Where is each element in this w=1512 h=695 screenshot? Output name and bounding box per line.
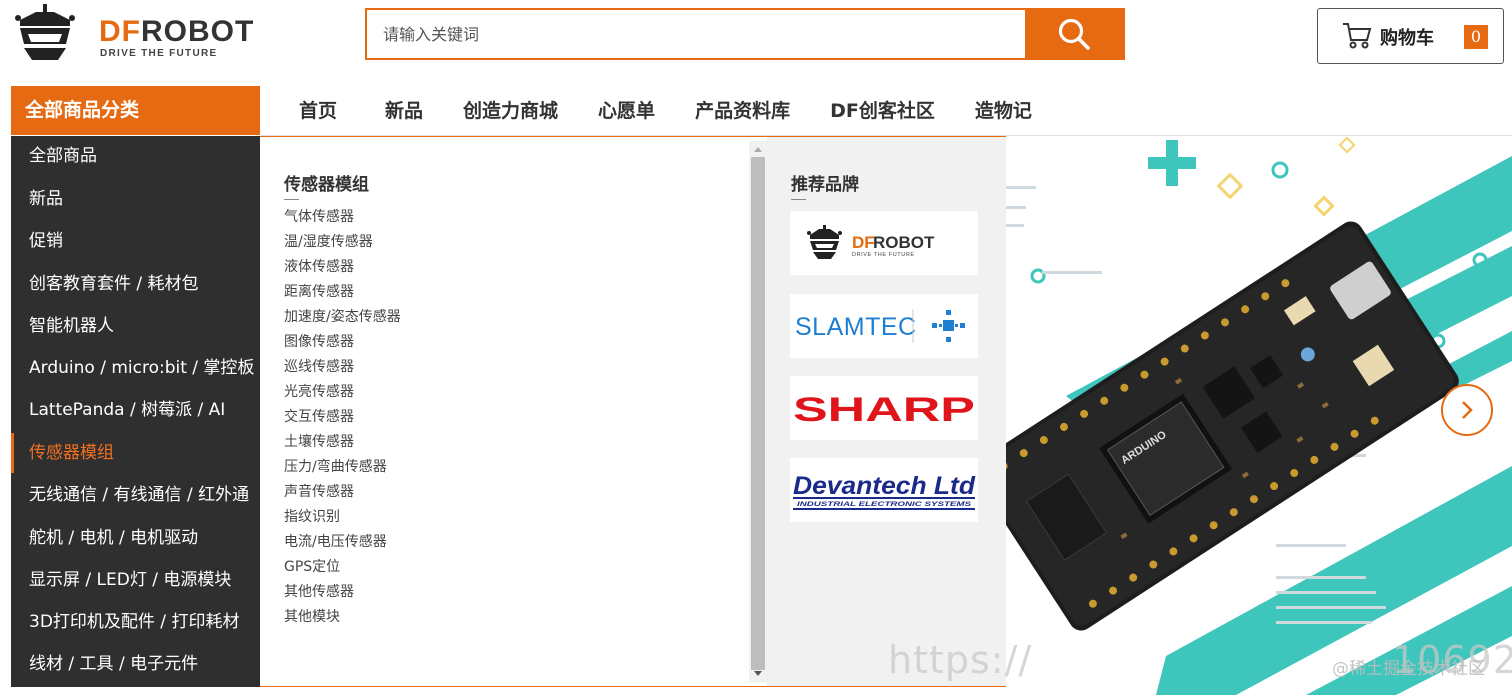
- nav-new[interactable]: 新品: [385, 86, 423, 136]
- scroll-up-arrow-icon[interactable]: [754, 147, 762, 152]
- sub-link-current-voltage[interactable]: 电流/电压传感器: [284, 532, 401, 557]
- category-dropdown-panel: 传感器模组 气体传感器 温/湿度传感器 液体传感器 距离传感器 加速度/姿态传感…: [260, 136, 1006, 687]
- sub-link-other-sensors[interactable]: 其他传感器: [284, 582, 401, 607]
- robot-logo-icon: [15, 4, 75, 60]
- category-sidebar: 全部商品 新品 促销 创客教育套件 / 耗材包 智能机器人 Arduino / …: [11, 136, 260, 687]
- recommended-brands: 推荐品牌 DF ROBOT DRIVE THE FUTURE SLAMTEC S…: [767, 137, 1006, 686]
- svg-text:DF: DF: [852, 233, 875, 252]
- cart-label: 购物车: [1380, 28, 1434, 49]
- brand-dfrobot[interactable]: DF ROBOT DRIVE THE FUTURE: [790, 211, 978, 275]
- slamtec-brand-logo-icon: SLAMTEC: [795, 309, 965, 343]
- sharp-brand-logo-icon: SHARP: [793, 391, 975, 429]
- sidebar-item-cables-tools[interactable]: 线材 / 工具 / 电子元件: [11, 644, 260, 684]
- sub-link-liquid[interactable]: 液体传感器: [284, 257, 401, 282]
- search-button[interactable]: [1025, 10, 1123, 58]
- search-icon: [1058, 18, 1090, 50]
- svg-text:Devantech Ltd: Devantech Ltd: [793, 472, 976, 500]
- scroll-thumb[interactable]: [751, 157, 765, 670]
- nav-df-community[interactable]: DF创客社区: [830, 86, 935, 136]
- svg-text:ROBOT: ROBOT: [873, 233, 935, 252]
- search-input[interactable]: [367, 10, 1025, 58]
- cart-button[interactable]: 购物车 0: [1317, 8, 1504, 64]
- sidebar-item-3d-printing[interactable]: 3D打印机及配件 / 打印耗材: [11, 602, 260, 642]
- sidebar-item-wireless[interactable]: 无线通信 / 有线通信 / 红外通: [11, 475, 260, 515]
- brands-title: 推荐品牌: [791, 175, 859, 195]
- sidebar-item-robots[interactable]: 智能机器人: [11, 306, 260, 346]
- sidebar-item-display[interactable]: 显示屏 / LED灯 / 电源模块: [11, 560, 260, 600]
- scroll-down-arrow-icon[interactable]: [754, 671, 762, 676]
- banner-next-button[interactable]: [1441, 384, 1493, 436]
- shopping-cart-icon: [1343, 23, 1372, 49]
- svg-text:SHARP: SHARP: [793, 391, 975, 429]
- svg-text:DRIVE THE FUTURE: DRIVE THE FUTURE: [852, 252, 915, 258]
- panel-title-dash: [284, 199, 299, 200]
- page-root: DFROBOT DRIVE THE FUTURE 购物车 0 全部商品分类 首页…: [0, 0, 1512, 695]
- sub-link-accel-attitude[interactable]: 加速度/姿态传感器: [284, 307, 401, 332]
- sub-link-soil[interactable]: 土壤传感器: [284, 432, 401, 457]
- main-nav: 首页 新品 创造力商城 心愿单 产品资料库 DF创客社区 造物记: [260, 86, 1032, 136]
- logo-wordmark: DFROBOT: [99, 15, 255, 48]
- dfrobot-logo[interactable]: DFROBOT DRIVE THE FUTURE: [14, 4, 284, 66]
- logo-tagline: DRIVE THE FUTURE: [100, 48, 218, 59]
- sub-link-image[interactable]: 图像传感器: [284, 332, 401, 357]
- svg-text:SLAMTEC: SLAMTEC: [795, 313, 917, 341]
- sidebar-item-new[interactable]: 新品: [11, 179, 260, 219]
- brand-devantech[interactable]: Devantech Ltd INDUSTRIAL ELECTRONIC SYST…: [790, 458, 978, 522]
- panel-title: 传感器模组: [284, 175, 369, 195]
- sidebar-item-lattepanda[interactable]: LattePanda / 树莓派 / AI: [11, 390, 260, 430]
- svg-text:INDUSTRIAL ELECTRONIC SYSTEMS: INDUSTRIAL ELECTRONIC SYSTEMS: [797, 501, 972, 508]
- watermark-community: @稀土掘金技术社区: [1332, 659, 1485, 679]
- brand-sharp[interactable]: SHARP: [790, 376, 978, 440]
- watermark-url: https://: [888, 638, 1033, 682]
- sub-link-sound[interactable]: 声音传感器: [284, 482, 401, 507]
- sub-link-distance[interactable]: 距离传感器: [284, 282, 401, 307]
- chevron-right-icon: [1462, 401, 1473, 419]
- sidebar-item-sensors[interactable]: 传感器模组: [11, 433, 260, 473]
- sidebar-item-motors[interactable]: 舵机 / 电机 / 电机驱动: [11, 518, 260, 558]
- sub-link-gps[interactable]: GPS定位: [284, 557, 401, 582]
- sidebar-item-all[interactable]: 全部商品: [11, 136, 260, 176]
- promo-banner[interactable]: ARDUINO: [1006, 136, 1512, 695]
- sub-link-other-modules[interactable]: 其他模块: [284, 607, 401, 632]
- arduino-board-banner-image: ARDUINO: [1006, 136, 1512, 695]
- sub-link-temp-humidity[interactable]: 温/湿度传感器: [284, 232, 401, 257]
- sub-link-gas[interactable]: 气体传感器: [284, 207, 401, 232]
- sidebar-item-maker-edu[interactable]: 创客教育套件 / 耗材包: [11, 264, 260, 304]
- sub-link-interactive[interactable]: 交互传感器: [284, 407, 401, 432]
- sidebar-item-arduino[interactable]: Arduino / micro:bit / 掌控板: [11, 348, 260, 388]
- sidebar-item-promo[interactable]: 促销: [11, 221, 260, 261]
- nav-makelog[interactable]: 造物记: [975, 86, 1032, 136]
- sub-link-light[interactable]: 光亮传感器: [284, 382, 401, 407]
- sub-link-line-tracking[interactable]: 巡线传感器: [284, 357, 401, 382]
- dfrobot-brand-logo-icon: DF ROBOT DRIVE THE FUTURE: [807, 225, 935, 259]
- devantech-brand-logo-icon: Devantech Ltd INDUSTRIAL ELECTRONIC SYST…: [793, 472, 976, 510]
- nav-home[interactable]: 首页: [299, 86, 337, 136]
- sub-link-pressure-flex[interactable]: 压力/弯曲传感器: [284, 457, 401, 482]
- nav-creative-mall[interactable]: 创造力商城: [463, 86, 558, 136]
- all-categories-title[interactable]: 全部商品分类: [11, 86, 260, 135]
- panel-scrollbar[interactable]: [749, 141, 767, 682]
- sensor-subcategory-list: 气体传感器 温/湿度传感器 液体传感器 距离传感器 加速度/姿态传感器 图像传感…: [284, 207, 401, 632]
- nav-product-docs[interactable]: 产品资料库: [695, 86, 790, 136]
- brands-title-dash: [791, 199, 806, 200]
- cart-count-badge: 0: [1464, 25, 1488, 49]
- search-box: [365, 8, 1125, 60]
- sub-link-fingerprint[interactable]: 指纹识别: [284, 507, 401, 532]
- nav-wishlist[interactable]: 心愿单: [598, 86, 655, 136]
- brand-slamtec[interactable]: SLAMTEC: [790, 294, 978, 358]
